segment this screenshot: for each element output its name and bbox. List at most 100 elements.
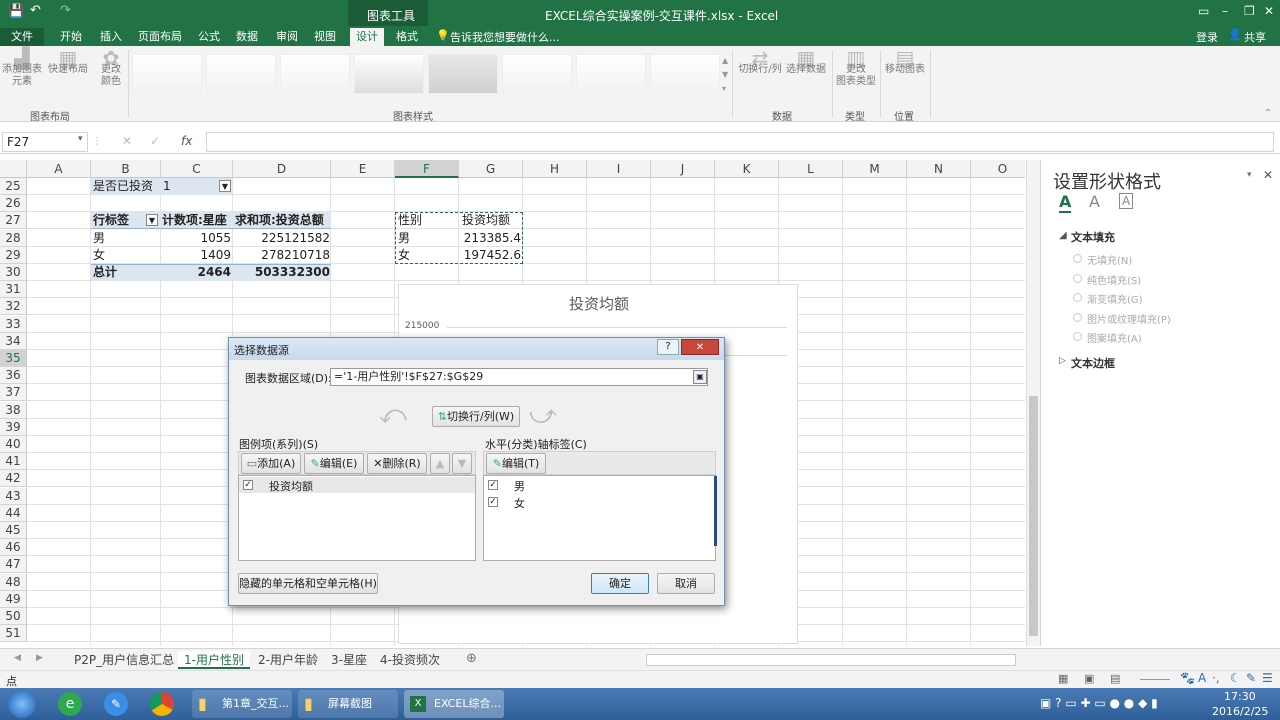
- sheet-tab[interactable]: 2-用户年龄: [252, 651, 324, 669]
- chart-style-4[interactable]: [354, 54, 424, 94]
- next-sheet-icon[interactable]: ▶: [36, 653, 43, 663]
- sheet-tab[interactable]: 3-星座: [325, 651, 373, 669]
- move-down-button[interactable]: ▼: [452, 453, 472, 474]
- chart-style-7[interactable]: [576, 54, 646, 94]
- add-chart-element-button[interactable]: ▟ 添加图表 元素: [2, 48, 42, 88]
- row-header[interactable]: 47: [0, 556, 27, 574]
- row-header[interactable]: 30: [0, 264, 27, 281]
- fill-option-label[interactable]: 纯色填充(S): [1087, 272, 1141, 287]
- chart-style-3[interactable]: [280, 54, 350, 94]
- tab-design[interactable]: 设计: [350, 28, 384, 48]
- clock-time[interactable]: 17:30: [1224, 690, 1256, 703]
- name-box[interactable]: F27: [2, 132, 88, 152]
- series-item[interactable]: 投资均额: [269, 478, 313, 494]
- save-icon[interactable]: 💾: [8, 4, 24, 19]
- row-header[interactable]: 34: [0, 332, 27, 350]
- name-box-dropdown-icon[interactable]: ▾: [78, 134, 83, 144]
- select-data-button[interactable]: ▦ 选择数据: [784, 48, 828, 76]
- styles-scroll[interactable]: ▲ ▼ ▾: [722, 54, 728, 96]
- page-break-view-icon[interactable]: ▤: [1110, 672, 1120, 685]
- series-list[interactable]: ✓ 投资均额: [238, 475, 476, 561]
- text-fill-tab-icon[interactable]: A: [1059, 192, 1072, 213]
- start-button[interactable]: [8, 690, 36, 718]
- column-header[interactable]: B: [91, 160, 161, 178]
- chart-style-2[interactable]: [206, 54, 276, 94]
- taskbar-item-excel[interactable]: X EXCEL综合...: [404, 690, 504, 718]
- axis-item[interactable]: 男: [514, 478, 525, 494]
- pane-options-icon[interactable]: ▾: [1247, 170, 1252, 180]
- row-header[interactable]: 48: [0, 573, 27, 591]
- row-header[interactable]: 51: [0, 625, 27, 643]
- row-header[interactable]: 27: [0, 212, 27, 230]
- row-header[interactable]: 33: [0, 315, 27, 333]
- help-icon[interactable]: ?: [657, 339, 679, 355]
- edit-axis-button[interactable]: ✎编辑(T): [486, 453, 546, 474]
- sheet-tab[interactable]: 1-用户性别: [178, 651, 250, 669]
- row-header[interactable]: 39: [0, 418, 27, 436]
- zoom-slider[interactable]: [1140, 679, 1170, 680]
- close-icon[interactable]: ✕: [1264, 4, 1274, 18]
- column-header[interactable]: G: [459, 160, 523, 178]
- fill-option-label[interactable]: 图案填充(A): [1087, 330, 1142, 345]
- text-fill-section[interactable]: 文本填充: [1071, 229, 1115, 245]
- chart-title[interactable]: 投资均额: [399, 293, 799, 314]
- tab-home[interactable]: 开始: [54, 28, 88, 46]
- share-button[interactable]: 共享: [1244, 29, 1266, 45]
- page-layout-view-icon[interactable]: ▣: [1084, 672, 1094, 685]
- vertical-scrollbar[interactable]: [1026, 160, 1040, 646]
- range-picker-icon[interactable]: ▣: [693, 370, 707, 384]
- chart-style-5[interactable]: [428, 54, 498, 94]
- column-header[interactable]: H: [523, 160, 587, 178]
- signin-link[interactable]: 登录: [1196, 29, 1218, 45]
- row-header[interactable]: 35: [0, 350, 27, 367]
- fill-radio[interactable]: [1073, 254, 1082, 263]
- tab-insert[interactable]: 插入: [94, 28, 128, 46]
- row-header[interactable]: 36: [0, 367, 27, 385]
- ribbon-display-icon[interactable]: ▭: [1198, 4, 1209, 18]
- row-header[interactable]: 29: [0, 246, 27, 264]
- fill-radio[interactable]: [1073, 312, 1082, 322]
- fill-option-label[interactable]: 无填充(N): [1087, 252, 1132, 267]
- dialog-close-icon[interactable]: ✕: [681, 339, 719, 355]
- column-header[interactable]: A: [27, 160, 91, 178]
- prev-sheet-icon[interactable]: ◀: [14, 653, 21, 663]
- ok-button[interactable]: 确定: [591, 573, 649, 594]
- undo-icon[interactable]: ↶: [30, 3, 41, 18]
- change-chart-type-button[interactable]: ▥ 更改 图表类型: [834, 48, 878, 88]
- switch-row-col-button[interactable]: ⇄ 切换行/列: [736, 48, 784, 76]
- sheet-tab[interactable]: 4-投资频次: [374, 651, 446, 669]
- column-header[interactable]: K: [715, 160, 779, 178]
- row-header[interactable]: 37: [0, 384, 27, 402]
- row-header[interactable]: 45: [0, 522, 27, 539]
- chrome-icon[interactable]: [150, 692, 174, 716]
- switch-rowcol-button[interactable]: ⇅切换行/列(W): [432, 406, 520, 427]
- axis-item[interactable]: 女: [514, 495, 525, 511]
- pane-close-icon[interactable]: ✕: [1263, 168, 1273, 182]
- row-header[interactable]: 41: [0, 453, 27, 471]
- series-checkbox[interactable]: ✓: [243, 480, 253, 490]
- column-header[interactable]: D: [233, 160, 331, 178]
- textbox-tab-icon[interactable]: A: [1119, 193, 1134, 209]
- row-header[interactable]: 40: [0, 436, 27, 453]
- add-series-button[interactable]: ▭添加(A): [241, 453, 301, 474]
- chart-style-8[interactable]: [650, 54, 720, 94]
- move-chart-button[interactable]: ▤ 移动图表: [882, 48, 928, 76]
- fill-radio[interactable]: [1073, 332, 1082, 341]
- fill-option-label[interactable]: 渐变填充(G): [1087, 291, 1143, 306]
- tray-icons[interactable]: ▣ ? ▭ ✚ ▭ ● ● ◆ ▮: [1040, 696, 1158, 710]
- fill-radio[interactable]: [1073, 293, 1082, 302]
- row-header[interactable]: 28: [0, 229, 27, 247]
- row-header[interactable]: 42: [0, 470, 27, 488]
- tab-data[interactable]: 数据: [230, 28, 264, 46]
- expand-icon[interactable]: ◢: [1059, 230, 1067, 241]
- horizontal-scrollbar[interactable]: [646, 654, 1016, 666]
- app-icon-feather[interactable]: ✎: [104, 692, 128, 716]
- tab-formulas[interactable]: 公式: [192, 28, 226, 46]
- tab-view[interactable]: 视图: [308, 28, 342, 46]
- column-header[interactable]: L: [779, 160, 843, 178]
- normal-view-icon[interactable]: ▦: [1058, 672, 1068, 685]
- select-all-corner[interactable]: [0, 160, 27, 178]
- fill-radio[interactable]: [1073, 273, 1082, 283]
- row-header[interactable]: 25: [0, 178, 27, 195]
- tell-me-box[interactable]: 告诉我您想要做什么...: [450, 29, 560, 45]
